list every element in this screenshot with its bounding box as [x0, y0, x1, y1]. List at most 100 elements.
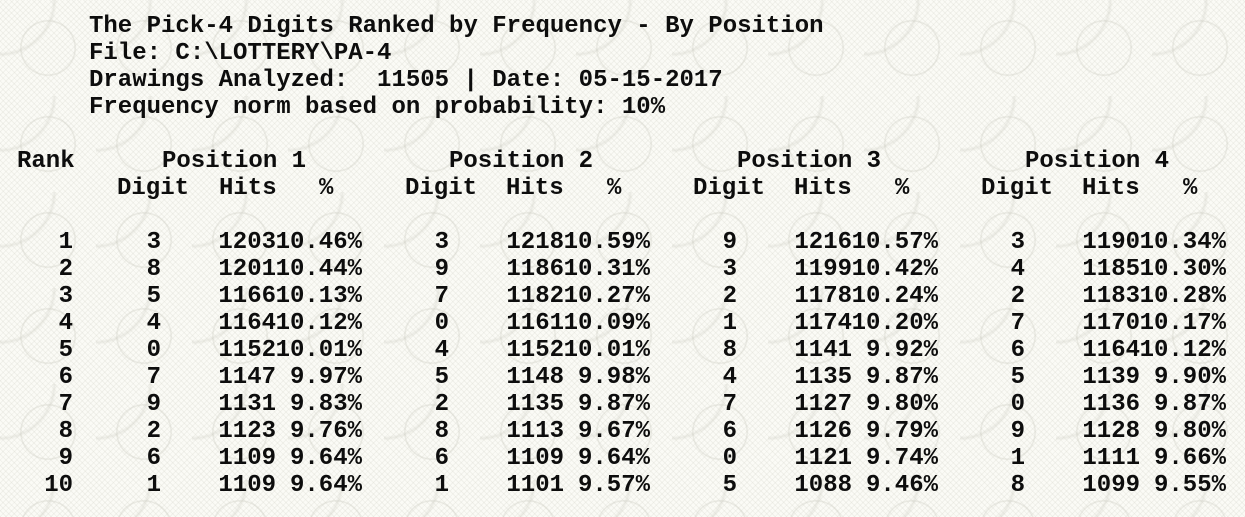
hits-cell: 1183	[1082, 283, 1140, 310]
digit-cell: 5	[1010, 364, 1025, 391]
percent-cell: 10.24%	[851, 283, 938, 310]
digit-cell: 4	[146, 310, 161, 337]
hits-cell: 1164	[218, 310, 276, 337]
digit-cell: 0	[1010, 391, 1025, 418]
digit-cell: 6	[434, 445, 449, 472]
digit-cell: 8	[146, 256, 161, 283]
percent-cell: 10.46%	[275, 229, 362, 256]
rank-cell: 9	[58, 445, 73, 472]
hits-cell: 1147	[218, 364, 276, 391]
digit-cell: 2	[722, 283, 737, 310]
digit-cell: 7	[1010, 310, 1025, 337]
digit-cell: 6	[146, 445, 161, 472]
percent-cell: 9.76%	[289, 418, 362, 445]
hits-cell: 1113	[506, 418, 564, 445]
percent-cell: 10.31%	[563, 256, 650, 283]
rank-header: Rank	[17, 148, 75, 175]
percent-cell: 9.87%	[865, 364, 938, 391]
percent-cell: 9.57%	[577, 472, 650, 499]
hits-cell: 1111	[1082, 445, 1140, 472]
digit-cell: 9	[146, 391, 161, 418]
digit-cell: 5	[722, 472, 737, 499]
digit-cell: 9	[722, 229, 737, 256]
percent-cell: 10.59%	[563, 229, 650, 256]
percent-cell: 10.30%	[1139, 256, 1226, 283]
hits-cell: 1139	[1082, 364, 1140, 391]
percent-cell: 10.20%	[851, 310, 938, 337]
digit-column-header: Digit	[405, 175, 478, 202]
hits-cell: 1136	[1082, 391, 1140, 418]
digit-cell: 5	[146, 283, 161, 310]
digit-column-header: Digit	[981, 175, 1054, 202]
position-header: Position 1	[162, 148, 307, 175]
percent-cell: 9.97%	[289, 364, 362, 391]
digit-cell: 0	[722, 445, 737, 472]
digit-cell: 9	[1010, 418, 1025, 445]
digit-cell: 6	[1010, 337, 1025, 364]
hits-cell: 1166	[218, 283, 276, 310]
hits-cell: 1216	[794, 229, 852, 256]
position-header: Position 2	[449, 148, 594, 175]
hits-cell: 1109	[506, 445, 564, 472]
hits-cell: 1152	[506, 337, 564, 364]
digit-cell: 9	[434, 256, 449, 283]
hits-cell: 1161	[506, 310, 564, 337]
percent-column-header: %	[319, 175, 334, 202]
percent-column-header: %	[895, 175, 910, 202]
digit-cell: 1	[146, 472, 161, 499]
percent-cell: 9.55%	[1153, 472, 1226, 499]
digit-cell: 2	[434, 391, 449, 418]
digit-cell: 1	[722, 310, 737, 337]
digit-column-header: Digit	[693, 175, 766, 202]
percent-column-header: %	[607, 175, 622, 202]
position-header: Position 4	[1025, 148, 1170, 175]
digit-cell: 3	[146, 229, 161, 256]
rank-cell: 8	[58, 418, 73, 445]
digit-cell: 7	[722, 391, 737, 418]
percent-cell: 10.12%	[1139, 337, 1226, 364]
percent-cell: 9.64%	[289, 472, 362, 499]
hits-cell: 1170	[1082, 310, 1140, 337]
digit-cell: 1	[1010, 445, 1025, 472]
hits-cell: 1148	[506, 364, 564, 391]
percent-cell: 9.64%	[577, 445, 650, 472]
percent-cell: 9.74%	[865, 445, 938, 472]
rank-cell: 1	[58, 229, 73, 256]
digit-cell: 2	[1010, 283, 1025, 310]
hits-cell: 1199	[794, 256, 852, 283]
digit-cell: 3	[722, 256, 737, 283]
digit-cell: 3	[1010, 229, 1025, 256]
percent-cell: 10.13%	[275, 283, 362, 310]
hits-column-header: Hits	[506, 175, 564, 202]
digit-cell: 7	[146, 364, 161, 391]
percent-cell: 10.01%	[563, 337, 650, 364]
hits-cell: 1127	[794, 391, 852, 418]
hits-cell: 1182	[506, 283, 564, 310]
hits-column-header: Hits	[219, 175, 277, 202]
percent-cell: 9.87%	[1153, 391, 1226, 418]
hits-cell: 1135	[506, 391, 564, 418]
digit-cell: 1	[434, 472, 449, 499]
digit-cell: 2	[146, 418, 161, 445]
percent-cell: 10.27%	[563, 283, 650, 310]
hits-cell: 1190	[1082, 229, 1140, 256]
hits-cell: 1135	[794, 364, 852, 391]
percent-cell: 9.87%	[577, 391, 650, 418]
digit-cell: 4	[434, 337, 449, 364]
rank-cell: 4	[58, 310, 73, 337]
percent-cell: 9.67%	[577, 418, 650, 445]
hits-cell: 1185	[1082, 256, 1140, 283]
percent-cell: 9.83%	[289, 391, 362, 418]
digit-cell: 8	[722, 337, 737, 364]
digit-cell: 8	[1010, 472, 1025, 499]
percent-cell: 9.80%	[1153, 418, 1226, 445]
rank-cell: 6	[58, 364, 73, 391]
percent-cell: 10.42%	[851, 256, 938, 283]
hits-cell: 1141	[794, 337, 852, 364]
hits-cell: 1201	[218, 256, 276, 283]
hits-cell: 1126	[794, 418, 852, 445]
hits-cell: 1121	[794, 445, 852, 472]
percent-cell: 10.12%	[275, 310, 362, 337]
hits-cell: 1186	[506, 256, 564, 283]
frequency-norm-line: Frequency norm based on probability: 10%	[89, 94, 666, 121]
